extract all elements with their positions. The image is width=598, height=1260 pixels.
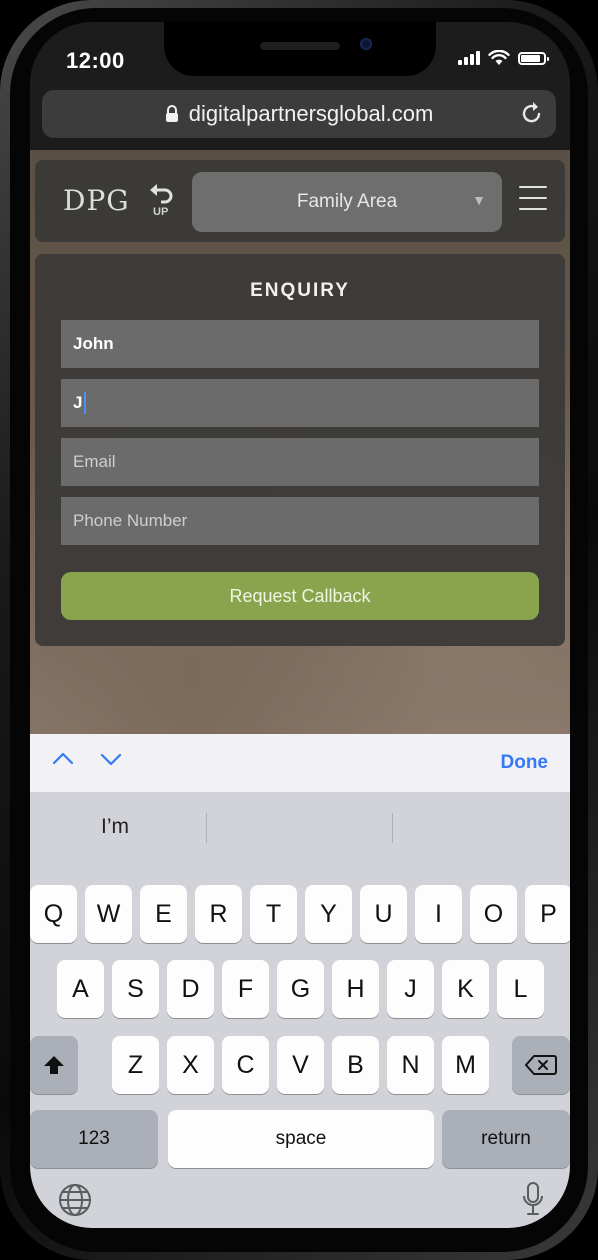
key-h[interactable]: H [332,960,379,1018]
key-z[interactable]: Z [112,1036,159,1094]
last-name-value: J [73,393,83,412]
suggestion-divider [392,813,393,843]
url-text: digitalpartnersglobal.com [188,101,434,126]
page-select-value: Family Area [296,191,398,212]
url-display: digitalpartnersglobal.com [165,101,434,127]
key-k[interactable]: K [442,960,489,1018]
key-g[interactable]: G [277,960,324,1018]
key-u[interactable]: U [360,885,407,943]
space-key[interactable]: space [168,1110,434,1168]
shift-key[interactable] [30,1036,78,1094]
first-name-field[interactable]: John [61,320,539,368]
dropdown-caret-icon: ▼ [472,192,486,208]
shift-icon [44,1056,64,1074]
key-i[interactable]: I [415,885,462,943]
key-w[interactable]: W [85,885,132,943]
key-j[interactable]: J [387,960,434,1018]
webpage: DPG UP Family Area ▼ ENQUIRY John J Emai… [30,150,570,734]
enquiry-form: ENQUIRY John J Email Phone Number Reques… [35,254,565,646]
next-field-icon[interactable] [100,748,122,770]
key-r[interactable]: R [195,885,242,943]
key-p[interactable]: P [525,885,570,943]
microphone-icon[interactable] [522,1181,544,1217]
key-y[interactable]: Y [305,885,352,943]
request-callback-label: Request Callback [229,585,371,606]
key-q[interactable]: Q [30,885,77,943]
backspace-icon [525,1055,557,1075]
status-time: 12:00 [66,48,125,73]
battery-level [521,54,540,62]
key-x[interactable]: X [167,1036,214,1094]
key-s[interactable]: S [112,960,159,1018]
numbers-key[interactable]: 123 [30,1110,158,1168]
phone-placeholder: Phone Number [73,511,188,530]
battery-icon [518,51,549,65]
key-c[interactable]: C [222,1036,269,1094]
reload-icon[interactable] [520,100,544,126]
suggestion-divider [206,813,207,843]
backspace-key[interactable] [512,1036,570,1094]
notch [164,22,436,76]
key-t[interactable]: T [250,885,297,943]
key-e[interactable]: E [140,885,187,943]
first-name-value: John [73,334,114,353]
key-m[interactable]: M [442,1036,489,1094]
virtual-keyboard: I’m QWERTYUIOP ASDFGHJKL ZXCVBNM 123 spa… [30,793,570,1228]
page-select-dropdown[interactable]: Family Area ▼ [192,172,502,232]
request-callback-button[interactable]: Request Callback [61,572,539,620]
hamburger-menu-icon[interactable] [519,186,547,219]
suggestion-1[interactable]: I’m [30,815,200,839]
address-bar[interactable]: digitalpartnersglobal.com [42,90,556,138]
key-d[interactable]: D [167,960,214,1018]
keyboard-accessory-bar: Done [30,734,570,793]
phone-screen: 12:00 digitalpartnersglobal.com DPG UP F… [30,22,570,1228]
status-icons [458,50,549,66]
front-camera [360,38,372,50]
wifi-icon [488,50,510,65]
undo-up-icon[interactable] [149,182,177,208]
up-label: UP [153,206,169,218]
email-field[interactable]: Email [61,438,539,486]
return-key[interactable]: return [442,1110,570,1168]
email-placeholder: Email [73,452,116,471]
done-button[interactable]: Done [501,752,549,774]
key-v[interactable]: V [277,1036,324,1094]
site-logo[interactable]: DPG [63,184,130,217]
predictive-text-bar: I’m [30,793,570,861]
globe-icon[interactable] [58,1183,92,1217]
form-title: ENQUIRY [250,280,350,301]
key-a[interactable]: A [57,960,104,1018]
speaker-grille [260,42,340,50]
key-b[interactable]: B [332,1036,379,1094]
previous-field-icon[interactable] [52,748,74,770]
last-name-field[interactable]: J [61,379,539,427]
key-f[interactable]: F [222,960,269,1018]
text-cursor [84,392,87,414]
key-l[interactable]: L [497,960,544,1018]
lock-icon [165,105,178,122]
key-n[interactable]: N [387,1036,434,1094]
site-header: DPG UP Family Area ▼ [35,160,565,242]
key-o[interactable]: O [470,885,517,943]
phone-number-field[interactable]: Phone Number [61,497,539,545]
cellular-signal-icon [458,51,480,65]
